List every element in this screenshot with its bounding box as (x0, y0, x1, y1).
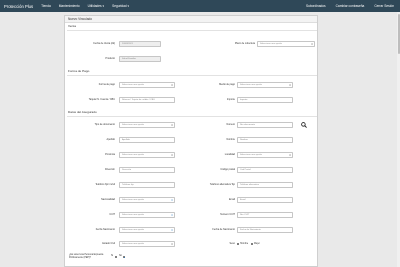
localidad-label: Localidad (224, 153, 235, 156)
divider (67, 30, 317, 31)
fecha-nacimiento-2-input[interactable]: Fecha de Nacimiento (237, 227, 293, 233)
search-icon[interactable] (301, 122, 307, 128)
tipo-doc-label: Tipo de documento (94, 123, 115, 126)
medio-pago-select[interactable]: Seleccione una opción (237, 82, 293, 88)
producto-field: Salud Familiar (119, 56, 161, 62)
provincia-select[interactable]: Seleccione una opción (119, 152, 175, 158)
telefono-alt-label: Teléfono alternativo/ fijo (209, 183, 235, 186)
section-asegurado: Datos del Asegurado (68, 110, 97, 114)
nav-seguridad[interactable]: Seguridad ▾ (112, 4, 129, 8)
telefono-alt-input[interactable]: Teléfono alternativo (237, 182, 293, 188)
sexo-mujer-label: Mujer (254, 242, 260, 245)
section-forma-pago: Forma de Pago (68, 69, 90, 73)
importe-label: Importe (226, 98, 235, 101)
form-panel: Nuevo Vinculado Venta Fecha de Venta (dd… (64, 15, 318, 267)
direccion-label: Dirección (105, 168, 115, 171)
nav-right-group: Subordinados Cambiar contraseña Cerrar S… (296, 0, 394, 12)
cuit-label: CUIT (109, 213, 115, 216)
tarjeta-input[interactable]: Número / Tarjeta de crédito / CBU (119, 97, 175, 103)
estado-civil-select[interactable]: Seleccione una opción (119, 241, 175, 247)
email-label: Email (229, 198, 235, 201)
fecha-venta-label: Fecha de Venta (dd) (93, 42, 115, 45)
cuit-select[interactable]: Seleccione una opción (119, 212, 175, 218)
nombre-label: Nombre (226, 138, 235, 141)
brand-logo[interactable]: Protección Plus (4, 4, 33, 9)
fecha-venta-field: 20/09/2021 (119, 41, 161, 47)
producto-label: Producto (105, 57, 115, 60)
localidad-select[interactable]: Seleccione una opción (237, 152, 293, 158)
telefono-fijo-input[interactable]: Teléfono fijo (119, 182, 175, 188)
fecha-nacimiento-2-label: Fecha de Nacimiento (212, 228, 235, 231)
tipo-doc-select[interactable]: Seleccione una opción (119, 122, 175, 128)
pep-no-radio[interactable] (123, 255, 126, 259)
numero-cuit-input[interactable]: Nro CUIT (237, 212, 293, 218)
fecha-nacimiento-label: Fecha Nacimiento (95, 228, 115, 231)
nacionalidad-select[interactable]: Seleccione una opción (119, 197, 175, 203)
plazo-label: Plazo de cobertura (234, 42, 255, 45)
nav-subordinados[interactable]: Subordinados (306, 4, 326, 8)
numero-doc-label: Numero (226, 123, 235, 126)
nav-mantenimiento[interactable]: Mantenimiento (59, 4, 80, 8)
sexo-label: Sexo (229, 242, 235, 245)
nav-cerrar-sesion[interactable]: Cerrar Sesión (374, 4, 394, 8)
pep-si-label: Si (111, 255, 114, 257)
email-input[interactable]: Email (237, 197, 293, 203)
numero-cuit-label: Numero CUIT (220, 213, 235, 216)
estado-civil-label: Estado Civil (102, 242, 115, 245)
panel-title: Nuevo Vinculado (65, 16, 317, 23)
codigo-postal-label: Código postal (220, 168, 235, 171)
nav-cambiar-contrasena[interactable]: Cambiar contraseña (336, 4, 365, 8)
plazo-select[interactable]: Seleccione una opción (257, 41, 315, 47)
codigo-postal-input[interactable]: Cod Postal (237, 167, 293, 173)
nav-utilidades[interactable]: Utilidades ▾ (88, 4, 104, 8)
forma-pago-select[interactable]: Seleccione una opción (119, 82, 175, 88)
provincia-label: Provincia (105, 153, 115, 156)
telefono-fijo-label: Teléfono fijo/ móvil (95, 183, 115, 186)
importe-input[interactable]: Importe (237, 97, 293, 103)
divider (67, 116, 317, 117)
section-venta: Venta (68, 24, 76, 28)
divider (67, 75, 317, 76)
tarjeta-label: Tarjeta/ N. Cuenta / CBU (88, 98, 115, 101)
medio-pago-label: Medio de pago (219, 83, 235, 86)
pep-no-label: No (119, 255, 122, 257)
forma-pago-label: Forma de pago (98, 83, 115, 86)
apellido-input[interactable]: Apellido (119, 137, 175, 143)
nombre-input[interactable]: Nombre (237, 137, 293, 143)
nacionalidad-label: Nacionalidad (101, 198, 115, 201)
fecha-nacimiento-select[interactable]: Seleccione una opción (119, 227, 175, 233)
apellido-label: Apellido (106, 138, 115, 141)
numero-doc-input[interactable]: Nro documento (237, 122, 293, 128)
top-navbar: Protección Plus Tienda Mantenimiento Uti… (0, 0, 400, 12)
pep-question: ¿Es usted una Persona Expuesta Políticam… (69, 254, 104, 260)
direccion-input[interactable]: Dirección (119, 167, 175, 173)
nav-tienda[interactable]: Tienda (41, 4, 51, 8)
pep-si-radio[interactable] (115, 255, 118, 258)
scrollbar-thumb[interactable] (397, 14, 400, 54)
sexo-hombre-label: Hombre (240, 242, 249, 245)
